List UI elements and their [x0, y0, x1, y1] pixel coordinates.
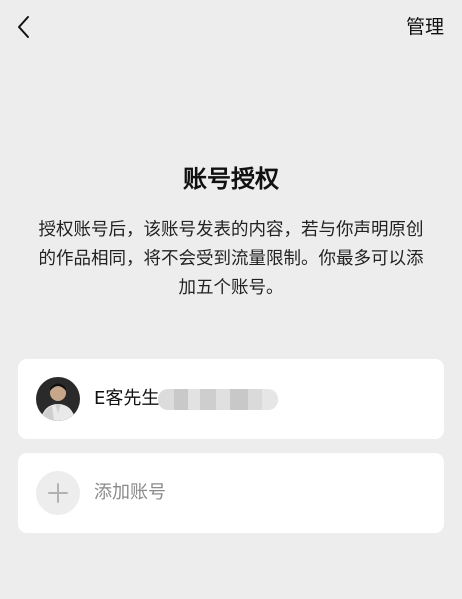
- manage-button[interactable]: 管理: [406, 14, 444, 40]
- page-title: 账号授权: [183, 165, 279, 193]
- user-avatar-icon: [36, 377, 80, 421]
- add-account-button[interactable]: 添加账号: [18, 453, 444, 533]
- chevron-left-icon: [18, 16, 29, 38]
- account-name: E客先生: [94, 388, 160, 409]
- avatar: [36, 377, 80, 421]
- plus-icon: [36, 471, 80, 515]
- redacted-account-id: [158, 389, 278, 410]
- back-button[interactable]: [10, 10, 40, 44]
- account-card[interactable]: E客先生: [18, 359, 444, 439]
- description-text: 授权账号后，该账号发表的内容，若与你声明原创的作品相同，将不会受到流量限制。你最…: [38, 220, 424, 298]
- add-account-label: 添加账号: [94, 482, 166, 503]
